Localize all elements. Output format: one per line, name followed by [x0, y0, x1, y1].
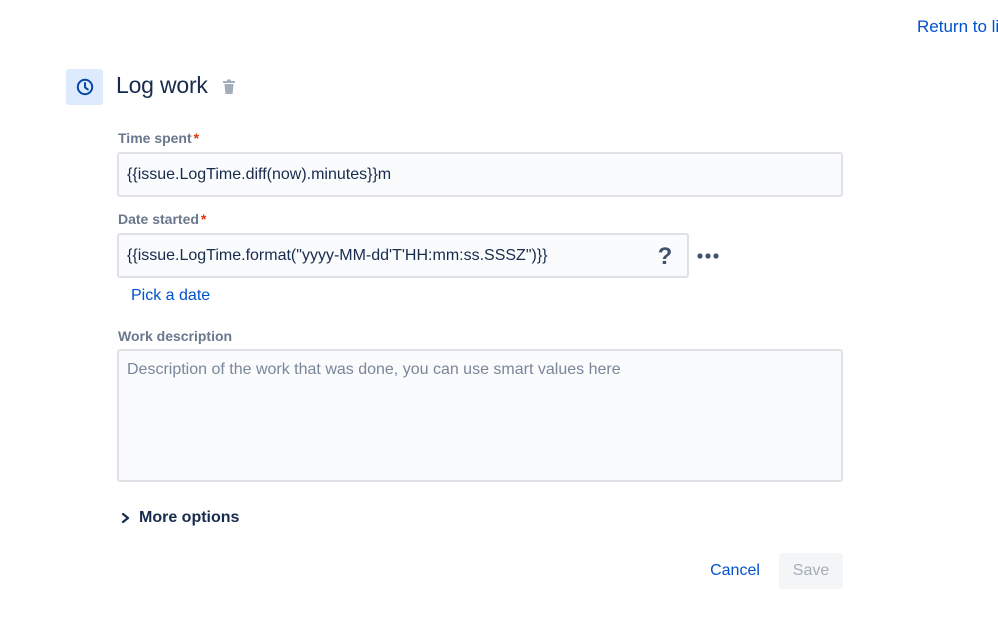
time-spent-label: Time spent *: [118, 130, 199, 146]
work-description-placeholder: Description of the work that was done, y…: [127, 361, 621, 378]
date-started-label: Date started *: [118, 211, 206, 227]
time-spent-value: {{issue.LogTime.diff(now).minutes}}m: [127, 165, 392, 183]
pick-a-date-link[interactable]: Pick a date: [131, 287, 210, 305]
more-horizontal-icon[interactable]: [695, 248, 721, 264]
page-title: Log work: [116, 72, 208, 98]
trash-icon[interactable]: [220, 78, 238, 96]
time-spent-label-text: Time spent: [118, 130, 192, 146]
work-description-label: Work description: [118, 328, 233, 344]
return-to-list-link[interactable]: Return to li: [917, 17, 998, 37]
clock-icon: [76, 78, 93, 96]
help-icon[interactable]: ?: [654, 243, 676, 271]
required-marker: *: [193, 130, 200, 146]
more-options-toggle[interactable]: More options: [118, 508, 239, 528]
more-options-label: More options: [139, 509, 240, 526]
work-description-textarea[interactable]: Description of the work that was done, y…: [117, 349, 843, 482]
time-spent-input[interactable]: {{issue.LogTime.diff(now).minutes}}m: [117, 152, 843, 197]
date-started-value: {{issue.LogTime.format("yyyy-MM-dd'T'HH:…: [127, 246, 548, 264]
date-started-label-text: Date started: [118, 211, 199, 227]
cancel-button[interactable]: Cancel: [700, 553, 770, 589]
required-marker: *: [200, 211, 207, 227]
save-button[interactable]: Save: [779, 553, 843, 589]
chevron-right-icon: [121, 512, 130, 524]
date-started-input[interactable]: {{issue.LogTime.format("yyyy-MM-dd'T'HH:…: [117, 233, 689, 278]
log-work-panel: Return to li Log work Time spent * {{issu…: [0, 0, 998, 637]
log-work-icon-container: [66, 69, 103, 105]
